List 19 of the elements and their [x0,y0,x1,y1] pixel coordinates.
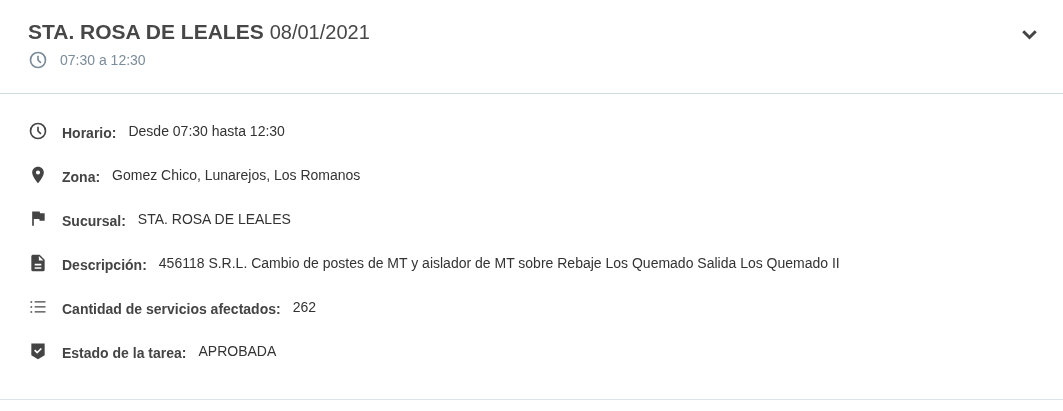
clock-icon [28,120,48,141]
field-value: 262 [292,298,316,315]
chevron-down-icon[interactable] [1022,30,1037,40]
field-label: Estado de la tarea: [62,344,187,361]
field-value: APROBADA [198,342,277,359]
field-value: Gomez Chico, Lunarejos, Los Romanos [112,166,361,183]
time-range: 07:30 a 12:30 [60,52,146,68]
field-label: Sucursal: [62,212,126,229]
field-label: Descripción: [62,256,147,273]
field-value: STA. ROSA DE LEALES [137,210,291,227]
field-label: Horario: [62,124,117,141]
field-label: Cantidad de servicios afectados: [62,300,281,317]
place-title: STA. ROSA DE LEALES [28,20,264,44]
clock-icon [28,50,48,70]
date-text: 08/01/2021 [269,21,370,44]
document-icon [28,252,48,273]
field-value: 456118 S.R.L. Cambio de postes de MT y aislador de MT sobre Rebaje Los Quemado Salida Los Quemado II [158,254,840,271]
field-value: Desde 07:30 hasta 12:30 [128,122,285,139]
field-label: Zona: [62,168,101,185]
